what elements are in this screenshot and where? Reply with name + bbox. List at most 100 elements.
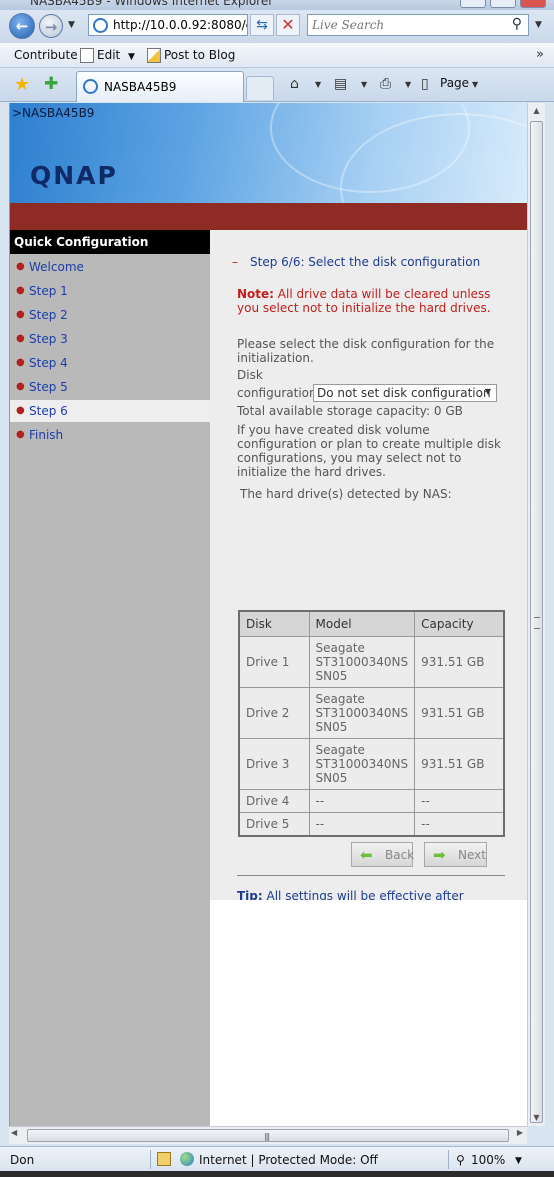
capacity-cell: 931.51 GB (414, 687, 505, 739)
note-text: Note: All drive data will be cleared unl… (237, 287, 507, 315)
sidebar-item-label[interactable]: Finish (29, 428, 63, 442)
sidebar-item-finish[interactable]: ● Finish (10, 424, 210, 446)
model-cell: Seagate ST31000340NS SN05 (308, 687, 416, 739)
scrollbar-thumb[interactable]: ||| (27, 1129, 509, 1142)
home-icon[interactable]: ⌂ (290, 76, 299, 92)
scroll-down-icon[interactable]: ▼ (528, 1110, 545, 1126)
tab-row: ★ ✚ NASBA45B9 ⌂ ▼ ▤ ▼ ⎙ ▼ ▯ Page ▼ (0, 68, 554, 102)
back-button-page[interactable]: ⬅ Back (351, 842, 414, 867)
status-separator (150, 1150, 151, 1169)
minimize-button[interactable] (460, 0, 486, 8)
back-arrow-icon: ← (15, 17, 29, 35)
table-row: Drive 4 -- -- (238, 789, 505, 813)
window-title-bar: NASBA45B9 - Windows Internet Explorer (0, 0, 554, 10)
vertical-scrollbar[interactable]: ▲ ▼ (527, 103, 545, 1126)
capacity-cell: 931.51 GB (414, 636, 505, 688)
sidebar-item-label[interactable]: Step 5 (29, 380, 68, 394)
sidebar-item-welcome[interactable]: ● Welcome (10, 256, 210, 278)
next-label: Next (458, 848, 486, 862)
recent-pages-dropdown-icon[interactable]: ▼ (68, 20, 75, 30)
sidebar-item-label[interactable]: Step 3 (29, 332, 68, 346)
page-menu[interactable]: Page (440, 76, 469, 90)
search-options-dropdown-icon[interactable]: ▼ (535, 20, 542, 30)
tab-nasba45b9[interactable]: NASBA45B9 (76, 71, 244, 102)
page-viewport: >NASBA45B9 QNAP Quick Configuration ● We… (9, 103, 527, 1126)
scrollbar-thumb[interactable] (530, 121, 543, 1123)
sidebar-item-step-5[interactable]: ● Step 5 (10, 376, 210, 398)
sidebar-item-label[interactable]: Step 2 (29, 308, 68, 322)
model-cell: -- (308, 812, 416, 837)
bullet-icon: ● (16, 285, 25, 296)
page-icon: ▯ (421, 76, 429, 92)
sidebar-item-label[interactable]: Step 6 (29, 404, 68, 418)
drives-table: Disk Model Capacity Drive 1 Seagate ST310… (238, 610, 505, 837)
address-url[interactable]: http://10.0.0.92:8080/c (113, 18, 247, 32)
scroll-left-icon[interactable]: ◀ (11, 1128, 17, 1137)
sidebar-item-step-4[interactable]: ● Step 4 (10, 352, 210, 374)
search-input[interactable] (312, 17, 502, 33)
sidebar: Quick Configuration ● Welcome ● Step 1 ●… (10, 230, 210, 1126)
disk-cell: Drive 2 (238, 687, 310, 739)
search-box[interactable]: ⚲ (307, 14, 529, 36)
main-content-lower-area (210, 900, 527, 1126)
sidebar-item-step-2[interactable]: ● Step 2 (10, 304, 210, 326)
qnap-header-banner: >NASBA45B9 QNAP (10, 103, 527, 203)
model-line: ST31000340NS (315, 655, 409, 669)
feeds-dropdown-icon[interactable]: ▼ (361, 80, 367, 89)
security-lock-icon[interactable] (157, 1152, 171, 1166)
navigation-bar: ← → ▼ http://10.0.0.92:8080/c ⇆ ✕ ⚲ ▼ (0, 10, 554, 42)
maximize-button[interactable] (490, 0, 516, 8)
scroll-right-icon[interactable]: ▶ (517, 1128, 523, 1137)
home-dropdown-icon[interactable]: ▼ (315, 80, 321, 89)
scroll-up-icon[interactable]: ▲ (528, 103, 545, 119)
forward-button[interactable]: → (39, 14, 63, 38)
print-dropdown-icon[interactable]: ▼ (405, 80, 411, 89)
close-button[interactable] (520, 0, 546, 8)
stop-button[interactable]: ✕ (276, 14, 300, 36)
step-dash-icon: – (232, 255, 238, 269)
address-bar[interactable]: http://10.0.0.92:8080/c (88, 14, 248, 36)
disk-config-selected-value: Do not set disk configuration (317, 386, 491, 400)
step-title: Step 6/6: Select the disk configuration (250, 255, 481, 269)
sidebar-heading: Quick Configuration (10, 230, 210, 254)
storage-capacity-text: Total available storage capacity: 0 GB (237, 404, 463, 418)
disk-cell: Drive 5 (238, 812, 310, 837)
toolbar-chevron-icon[interactable]: » (536, 47, 544, 62)
contribute-link[interactable]: Contribute (14, 48, 78, 62)
zoom-dropdown-icon[interactable]: ▼ (515, 1156, 522, 1166)
print-icon[interactable]: ⎙ (380, 76, 391, 92)
favorites-star-icon[interactable]: ★ (14, 74, 30, 95)
post-to-blog-link[interactable]: Post to Blog (164, 48, 235, 62)
capacity-cell: 931.51 GB (414, 738, 505, 790)
sidebar-item-step-1[interactable]: ● Step 1 (10, 280, 210, 302)
sidebar-item-label[interactable]: Step 1 (29, 284, 68, 298)
page-dropdown-icon[interactable]: ▼ (472, 80, 478, 89)
feeds-icon[interactable]: ▤ (334, 76, 347, 92)
disk-config-label: Disk (237, 368, 263, 382)
initialize-note: If you have created disk volume configur… (237, 423, 501, 479)
next-button[interactable]: ➡ Next (424, 842, 487, 867)
column-header-disk: Disk (238, 610, 310, 637)
edit-dropdown-icon[interactable]: ▼ (128, 52, 135, 62)
search-icon[interactable]: ⚲ (512, 16, 522, 32)
sidebar-item-label[interactable]: Step 4 (29, 356, 68, 370)
edit-link[interactable]: Edit (97, 48, 120, 62)
horizontal-scrollbar[interactable]: ◀ ||| ▶ (9, 1126, 527, 1144)
sidebar-item-step-6[interactable]: ● Step 6 (10, 400, 210, 422)
sidebar-item-label[interactable]: Welcome (29, 260, 84, 274)
model-cell: Seagate ST31000340NS SN05 (308, 738, 416, 790)
refresh-button[interactable]: ⇆ (250, 14, 274, 36)
back-button[interactable]: ← (9, 13, 35, 39)
sidebar-item-step-3[interactable]: ● Step 3 (10, 328, 210, 350)
bullet-icon: ● (16, 381, 25, 392)
disk-cell: Drive 1 (238, 636, 310, 688)
divider (237, 875, 505, 876)
zone-text[interactable]: Internet | Protected Mode: Off (199, 1153, 378, 1167)
disk-configuration-select[interactable]: Do not set disk configuration ▼ (313, 384, 497, 402)
model-cell: -- (308, 789, 416, 813)
zoom-level[interactable]: 100% (471, 1153, 505, 1167)
add-favorite-icon[interactable]: ✚ (44, 74, 58, 94)
status-separator (448, 1150, 449, 1169)
back-arrow-icon: ⬅ (360, 846, 373, 864)
new-tab-button[interactable] (246, 76, 274, 100)
